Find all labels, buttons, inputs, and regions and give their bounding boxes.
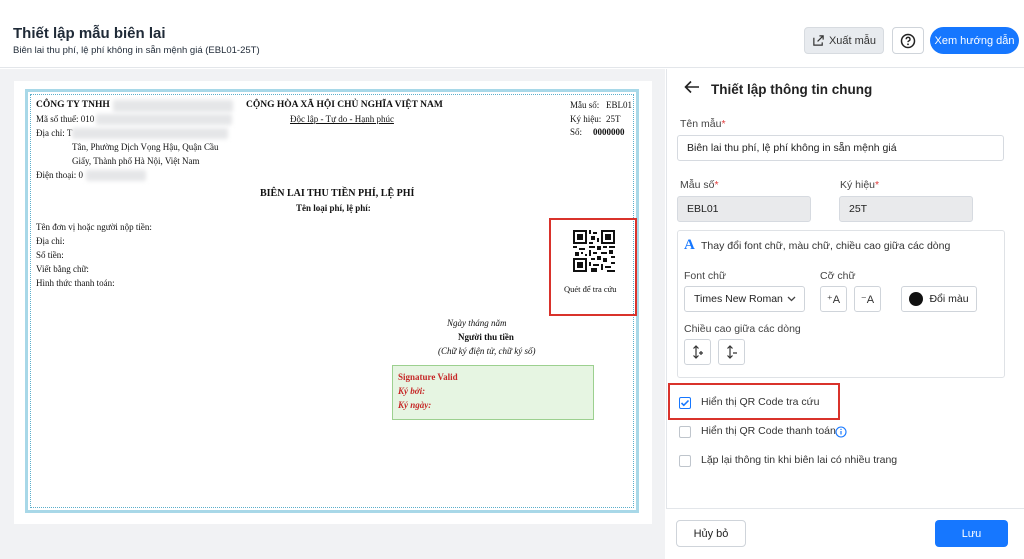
- font-section-label: Thay đổi font chữ, màu chữ, chiều cao gi…: [701, 240, 951, 252]
- change-color-button[interactable]: Đổi màu: [901, 286, 977, 312]
- font-decrease-icon: ⁻A: [860, 293, 875, 306]
- decrease-font-button[interactable]: ⁻A: [854, 286, 881, 312]
- receipt-number-value: 0000000: [593, 127, 625, 137]
- show-payment-qr-checkbox[interactable]: [679, 426, 691, 438]
- font-select-value: Times New Roman: [694, 293, 783, 305]
- receipt-collector-note: (Chữ ký điện tử, chữ ký số): [438, 346, 536, 356]
- required-mark: *: [721, 118, 726, 130]
- signature-signed-by: Ký bởi:: [398, 386, 426, 396]
- symbol-label: Ký hiệu*: [840, 179, 880, 191]
- signature-signed-date: Ký ngày:: [398, 400, 432, 410]
- info-icon[interactable]: [835, 426, 847, 438]
- receipt-form-no-label: Mẫu số:: [570, 100, 600, 110]
- receipt-collector: Người thu tiền: [458, 332, 514, 342]
- template-name-label: Tên mẫu*: [680, 118, 726, 130]
- receipt-address: Địa chỉ: T: [36, 128, 73, 138]
- export-icon: [813, 35, 824, 46]
- qr-code-image: [573, 230, 615, 272]
- redacted-address: [72, 128, 228, 139]
- receipt-amount-words: Viết bằng chữ:: [36, 264, 89, 274]
- export-template-button[interactable]: Xuất mẫu: [804, 27, 884, 54]
- receipt-company: CÔNG TY TNHH: [36, 100, 110, 110]
- receipt-payer: Tên đơn vị hoặc người nộp tiền:: [36, 222, 152, 232]
- help-button[interactable]: [892, 27, 924, 54]
- export-template-label: Xuất mẫu: [828, 34, 877, 47]
- required-mark: *: [714, 179, 719, 191]
- check-icon: [680, 399, 690, 407]
- signature-valid: Signature Valid: [398, 372, 458, 382]
- repeat-info-label: Lặp lại thông tin khi biên lai có nhiều …: [701, 454, 898, 466]
- receipt-amount: Số tiền:: [36, 250, 64, 260]
- size-label: Cỡ chữ: [820, 270, 856, 282]
- receipt-symbol-label: Ký hiệu:: [570, 114, 602, 124]
- line-height-label: Chiều cao giữa các dòng: [684, 323, 801, 335]
- form-no-label: Mẫu số*: [680, 179, 719, 191]
- increase-font-button[interactable]: ⁺A: [820, 286, 847, 312]
- repeat-info-checkbox[interactable]: [679, 455, 691, 467]
- receipt-tax-code: Mã số thuế: 010: [36, 114, 95, 124]
- redacted-phone: [86, 170, 146, 181]
- view-guide-button[interactable]: Xem hướng dẫn: [930, 27, 1019, 54]
- qr-code-highlight: Quét để tra cứu: [549, 218, 637, 316]
- back-button[interactable]: [684, 80, 700, 99]
- decrease-line-height-button[interactable]: [718, 339, 745, 365]
- signature-box: Signature Valid Ký bởi: Ký ngày:: [392, 365, 594, 420]
- show-lookup-qr-label: Hiển thị QR Code tra cứu: [701, 396, 820, 408]
- receipt-nation: CỘNG HÒA XÃ HỘI CHỦ NGHĨA VIỆT NAM: [246, 100, 443, 110]
- line-height-increase-icon: [692, 345, 703, 359]
- receipt-fee-type: Tên loại phí, lệ phí:: [296, 203, 371, 213]
- receipt-motto: Độc lập - Tự do - Hạnh phúc: [290, 114, 394, 124]
- redacted-company: [113, 100, 233, 112]
- change-color-label: Đổi màu: [929, 293, 969, 305]
- receipt-preview-frame: CÔNG TY TNHH Mã số thuế: 010 Địa chỉ: T …: [14, 81, 652, 524]
- increase-line-height-button[interactable]: [684, 339, 711, 365]
- font-label: Font chữ: [684, 270, 727, 282]
- qr-caption: Quét để tra cứu: [564, 284, 617, 294]
- page-title: Thiết lập mẫu biên lai: [13, 25, 166, 42]
- chevron-down-icon: [787, 296, 796, 302]
- form-no-input: EBL01: [677, 196, 811, 222]
- receipt-payer-address: Địa chỉ:: [36, 236, 65, 246]
- page-subtitle: Biên lai thu phí, lệ phí không in sẵn mệ…: [13, 45, 260, 56]
- receipt-address-line3: Giấy, Thành phố Hà Nội, Việt Nam: [72, 156, 200, 166]
- page-header: Thiết lập mẫu biên lai Biên lai thu phí,…: [0, 0, 1024, 68]
- receipt-date-line: Ngày tháng năm: [447, 318, 507, 328]
- symbol-input: 25T: [839, 196, 973, 222]
- font-letter-icon: A: [684, 237, 695, 253]
- redacted-tax-code: [96, 114, 232, 125]
- line-height-decrease-icon: [726, 345, 737, 359]
- template-name-input[interactable]: Biên lai thu phí, lệ phí không in sẵn mệ…: [677, 135, 1004, 161]
- receipt-payment-method: Hình thức thanh toán:: [36, 278, 115, 288]
- receipt-address-line2: Tân, Phường Dịch Vọng Hậu, Quận Cầu: [72, 142, 219, 152]
- receipt-symbol-value: 25T: [606, 114, 621, 124]
- save-button[interactable]: Lưu: [935, 520, 1008, 547]
- arrow-left-icon: [684, 80, 699, 94]
- question-circle-icon: [900, 33, 916, 48]
- font-select[interactable]: Times New Roman: [684, 286, 805, 312]
- required-mark: *: [875, 179, 880, 191]
- panel-title: Thiết lập thông tin chung: [711, 82, 873, 97]
- receipt-form-no-value: EBL01: [606, 100, 632, 110]
- cancel-button[interactable]: Hủy bỏ: [676, 520, 746, 547]
- show-lookup-qr-checkbox[interactable]: [679, 397, 691, 409]
- show-payment-qr-label: Hiển thị QR Code thanh toán: [701, 425, 836, 437]
- receipt-paper: CÔNG TY TNHH Mã số thuế: 010 Địa chỉ: T …: [25, 89, 639, 513]
- preview-workspace: CÔNG TY TNHH Mã số thuế: 010 Địa chỉ: T …: [0, 69, 665, 559]
- font-increase-icon: ⁺A: [826, 293, 841, 306]
- color-dot-icon: [909, 292, 924, 306]
- receipt-title: BIÊN LAI THU TIỀN PHÍ, LỆ PHÍ: [260, 188, 415, 199]
- receipt-phone: Điện thoại: 0: [36, 170, 83, 180]
- receipt-number-label: Số:: [570, 127, 583, 137]
